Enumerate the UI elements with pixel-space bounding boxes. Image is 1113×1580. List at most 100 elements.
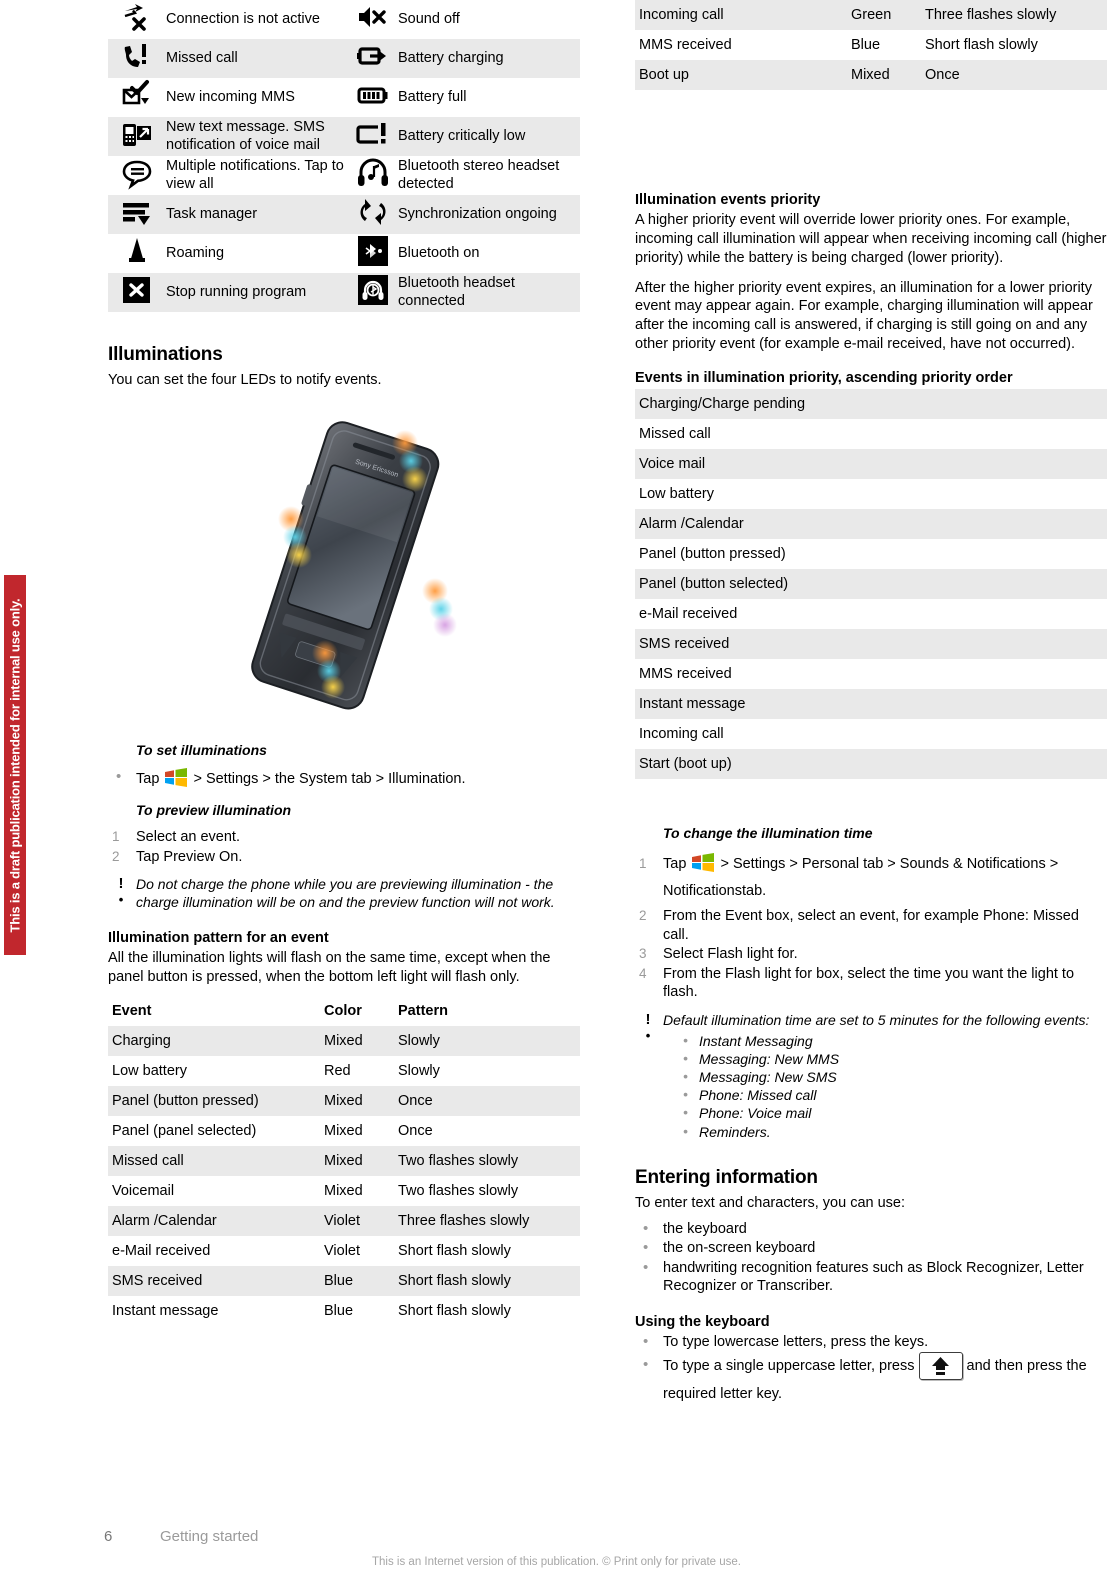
- icon-cell: [348, 0, 398, 39]
- icon-label: Bluetooth headset connected: [398, 273, 580, 312]
- cell-color: Mixed: [320, 1025, 394, 1056]
- cell-event: Voicemail: [112, 1182, 175, 1199]
- list-item: e-Mail received: [635, 599, 1107, 629]
- preview-note-text: Do not charge the phone while you are pr…: [136, 876, 555, 911]
- list-item: Start (boot up): [635, 748, 1107, 779]
- exclamation-icon: ! •: [645, 1010, 651, 1043]
- exclamation-icon: ! •: [118, 875, 124, 908]
- illumination-pattern-table-continued: Incoming call Green Three flashes slowly MM…: [635, 0, 1107, 90]
- cell-pattern: Short flash slowly: [925, 37, 1038, 53]
- icon-label: Roaming: [166, 244, 225, 261]
- entering-information-list: the keyboardthe on-screen keyboardhandwr…: [635, 1219, 1107, 1296]
- icon-label: Synchronization ongoing: [398, 195, 580, 234]
- left-column: Connection is not active Sound off Missed …: [108, 0, 580, 1326]
- illumination-time-note: ! • Default illumination time are set to …: [635, 1012, 1107, 1141]
- bluetooth-headset-connected-icon: [356, 273, 390, 307]
- priority-paragraph-1: A higher priority event will override lo…: [635, 212, 1107, 266]
- cell-event: Low battery: [639, 485, 714, 502]
- list-item: Tap > Settings > the System tab > Illumi…: [108, 767, 580, 789]
- cell-event: MMS received: [639, 37, 732, 53]
- to-change-illumination-time-title: To change the illumination time: [663, 824, 873, 841]
- icon-cell: [108, 78, 166, 117]
- icon-cell: [348, 195, 398, 234]
- icon-cell: [108, 195, 166, 234]
- cell-event: Charging: [108, 1025, 320, 1056]
- new-text-message-icon: [120, 117, 154, 151]
- icon-label: New incoming MMS: [166, 88, 295, 105]
- list-item: From the Event box, select an event, for…: [639, 907, 1079, 943]
- cell-pattern: Two flashes slowly: [398, 1182, 519, 1199]
- cell-pattern: Slowly: [394, 1025, 580, 1056]
- cell-color: Violet: [320, 1205, 394, 1236]
- cell-event: Incoming call: [635, 0, 847, 30]
- list-item: Phone: Missed call: [663, 1085, 1107, 1104]
- icon-cell: [348, 78, 398, 117]
- phone-with-illumination-leds-graphic: Sony Ericsson: [251, 421, 457, 710]
- list-item: Messaging: New SMS: [663, 1067, 1107, 1086]
- icon-cell: [348, 156, 398, 195]
- cell-pattern: Slowly: [398, 1062, 440, 1079]
- icon-label: New text message. SMS notification of vo…: [166, 117, 348, 156]
- list-item: Incoming call: [635, 719, 1107, 749]
- cell-color: Blue: [324, 1302, 354, 1319]
- to-preview-illumination-steps: Select an event. Tap Preview On.: [108, 828, 580, 866]
- cell-event: Alarm /Calendar: [108, 1205, 320, 1236]
- cell-event: MMS received: [639, 665, 732, 682]
- cell-color: Mixed: [320, 1085, 394, 1116]
- bluetooth-stereo-headset-icon: [356, 156, 390, 190]
- column-header-color: Color: [320, 997, 394, 1026]
- pattern-section-heading: Illumination pattern for an event: [108, 930, 329, 947]
- table-row: New incoming MMS Battery full: [108, 78, 580, 117]
- battery-full-icon: [356, 78, 390, 112]
- step-prefix: Tap: [663, 855, 687, 872]
- cell-event: Panel (button pressed): [108, 1085, 320, 1116]
- legal-notice: This is an Internet version of this publ…: [372, 1556, 741, 1568]
- priority-order-list: Charging/Charge pending Missed call Voice …: [635, 388, 1107, 779]
- list-item: Reminders.: [663, 1122, 1107, 1141]
- cell-event: Instant message: [112, 1302, 219, 1319]
- cell-pattern: Once: [394, 1085, 580, 1116]
- cell-color: Mixed: [324, 1122, 363, 1139]
- stop-running-program-icon: [120, 273, 154, 307]
- to-change-illumination-time-steps: Tap > Settings > Personal tab > Sounds &…: [635, 851, 1107, 1002]
- cell-pattern: Once: [921, 60, 1107, 90]
- icon-label: Multiple notifications. Tap to view all: [166, 157, 344, 192]
- table-row: Panel (button pressed) Mixed Once: [108, 1085, 580, 1116]
- document-page: Connection is not active Sound off Missed …: [0, 0, 1113, 1580]
- icon-label: Task manager: [166, 195, 348, 234]
- cell-color: Violet: [324, 1242, 361, 1259]
- table-row: Instant message Blue Short flash slowly: [108, 1296, 580, 1326]
- cell-pattern: Three flashes slowly: [394, 1205, 580, 1236]
- list-item: Instant Messaging: [663, 1031, 1107, 1050]
- column-header-event: Event: [108, 997, 320, 1026]
- table-row: Roaming Bluetooth on: [108, 234, 580, 273]
- table-row: Panel (panel selected) Mixed Once: [108, 1116, 580, 1146]
- cell-event: Panel (button pressed): [639, 545, 786, 562]
- icon-label: Battery critically low: [398, 117, 580, 156]
- page-footer: 6 Getting started This is an Internet ve…: [0, 1528, 1113, 1580]
- windows-start-flag-icon: [690, 852, 716, 872]
- table-row: Multiple notifications. Tap to view all B…: [108, 156, 580, 195]
- cell-color: Mixed: [320, 1145, 394, 1176]
- cell-pattern: Once: [398, 1122, 433, 1139]
- battery-critically-low-icon: [356, 117, 390, 151]
- list-item: To type a single uppercase letter, press…: [635, 1351, 1107, 1408]
- cell-event: Missed call: [639, 425, 711, 442]
- cell-color: Mixed: [847, 60, 921, 90]
- cell-event: Charging/Charge pending: [635, 388, 1107, 419]
- cell-event: Start (boot up): [635, 748, 1107, 779]
- illuminations-intro: You can set the four LEDs to notify even…: [108, 372, 382, 388]
- task-manager-icon: [120, 195, 154, 229]
- table-header-row: Event Color Pattern: [108, 997, 580, 1026]
- table-row: Missed call Mixed Two flashes slowly: [108, 1145, 580, 1176]
- cell-event: SMS received: [635, 628, 1107, 659]
- page-number: 6: [104, 1528, 113, 1545]
- icon-cell: [348, 117, 398, 156]
- table-row: Incoming call Green Three flashes slowly: [635, 0, 1107, 30]
- cell-event: e-Mail received: [639, 605, 738, 622]
- step-prefix: Tap: [136, 770, 160, 787]
- priority-section-heading: Illumination events priority: [635, 192, 821, 208]
- icon-label: Missed call: [166, 39, 348, 78]
- multiple-notifications-icon: [120, 156, 154, 190]
- table-row: Voicemail Mixed Two flashes slowly: [108, 1176, 580, 1206]
